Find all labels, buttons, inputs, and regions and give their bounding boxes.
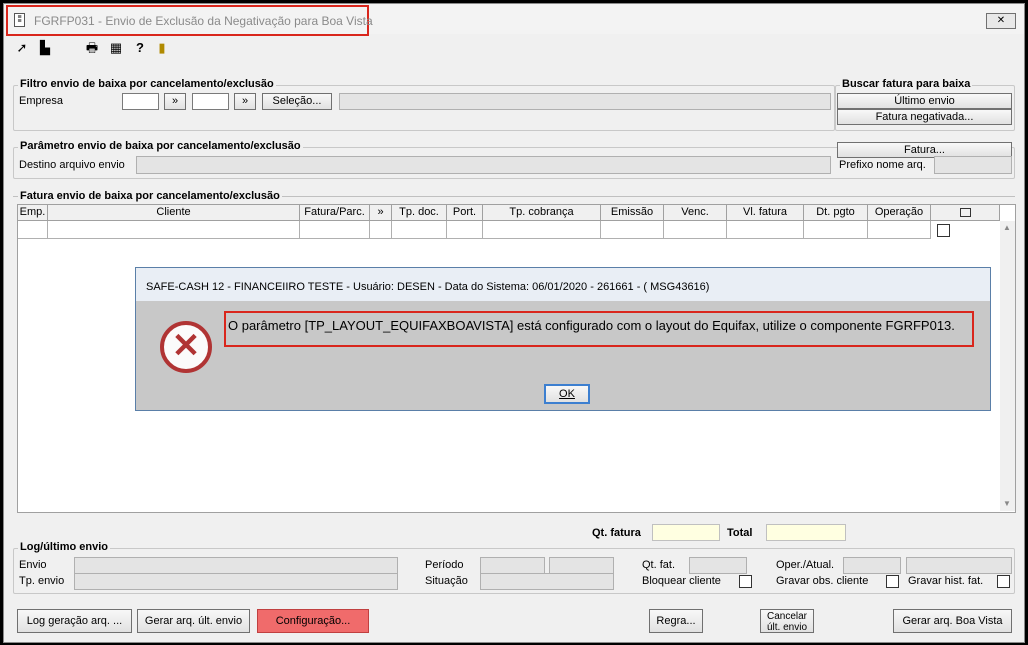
grid-scrollbar[interactable]: ▲ ▼ (1000, 221, 1015, 511)
ok-label: OK (559, 388, 575, 400)
parametro-title: Parâmetro envio de baixa por cancelament… (18, 140, 303, 152)
tp-envio-label: Tp. envio (19, 575, 65, 587)
grid-col-operacao[interactable]: Operação (868, 205, 931, 221)
grid-col-emissao[interactable]: Emissão (601, 205, 664, 221)
grid-col-cliente[interactable]: Cliente (48, 205, 300, 221)
ok-button[interactable]: OK (544, 384, 590, 404)
filtro-title: Filtro envio de baixa por cancelamento/e… (18, 78, 276, 90)
grid-col-dt-pgto[interactable]: Dt. pgto (804, 205, 868, 221)
total-input (766, 524, 846, 541)
grid-cell[interactable] (601, 221, 664, 239)
envio-label: Envio (19, 559, 47, 571)
grid-cell[interactable] (392, 221, 447, 239)
log-geracao-button[interactable]: Log geração arq. ... (17, 609, 132, 633)
grid-col-emp[interactable]: Emp. (18, 205, 48, 221)
selecao-display (339, 93, 831, 110)
cancelar-line1: Cancelar (766, 611, 808, 622)
grid-cell[interactable] (370, 221, 392, 239)
grid-col-vl-fatura[interactable]: Vl. fatura (727, 205, 804, 221)
grid-cell[interactable] (18, 221, 48, 239)
qt-fatura-input (652, 524, 720, 541)
qt-fat-label: Qt. fat. (642, 559, 676, 571)
periodo-label: Período (425, 559, 464, 571)
gerar-boa-vista-button[interactable]: Gerar arq. Boa Vista (893, 609, 1012, 633)
grid-col-port[interactable]: Port. (447, 205, 483, 221)
close-icon: ✕ (996, 15, 1006, 26)
close-button[interactable]: ✕ (986, 13, 1016, 29)
print-icon[interactable]: 🖶 (84, 40, 100, 56)
gravar-obs-checkbox[interactable] (886, 575, 899, 588)
grid-cell[interactable] (804, 221, 868, 239)
cancelar-line2: últ. envio (766, 622, 808, 633)
scroll-up-icon[interactable]: ▲ (1003, 223, 1011, 232)
grid-cell[interactable] (48, 221, 300, 239)
tp-envio-input (74, 573, 398, 590)
grid-cell[interactable] (664, 221, 727, 239)
selecao-button[interactable]: Seleção... (262, 93, 332, 110)
periodo-to-input (549, 557, 614, 574)
envio-input (74, 557, 398, 574)
fatura-negativada-button[interactable]: Fatura negativada... (837, 109, 1012, 125)
pin-icon[interactable]: ➚ (14, 40, 30, 56)
document-icon: ≡ ≡ (14, 13, 25, 27)
gravar-obs-label: Gravar obs. cliente (776, 575, 869, 587)
configuracao-button[interactable]: Configuração... (257, 609, 369, 633)
situacao-input (480, 573, 614, 590)
prefixo-input (934, 156, 1012, 174)
grid-col-arrow[interactable]: » (370, 205, 392, 221)
bloquear-label: Bloquear cliente (642, 575, 721, 587)
empresa-to-input[interactable] (192, 93, 229, 110)
grid-title: Fatura envio de baixa por cancelamento/e… (18, 190, 282, 202)
exit-door-icon[interactable]: ▮ (154, 40, 170, 56)
error-dialog: SAFE-CASH 12 - FINANCEIIRO TESTE - Usuár… (135, 267, 991, 411)
grid-col-tp-doc[interactable]: Tp. doc. (392, 205, 447, 221)
dialog-title-bar: SAFE-CASH 12 - FINANCEIIRO TESTE - Usuár… (136, 268, 990, 301)
grid-col-fatura-parc[interactable]: Fatura/Parc. (300, 205, 370, 221)
buscar-title: Buscar fatura para baixa (840, 78, 973, 90)
grid-cell[interactable] (868, 221, 931, 239)
grid-cell[interactable] (300, 221, 370, 239)
atual-input (906, 557, 1012, 574)
destino-input (136, 156, 831, 174)
grid-icon[interactable]: ▦ (108, 40, 124, 56)
gravar-hist-label: Gravar hist. fat. (908, 575, 984, 587)
oper-atual-label: Oper./Atual. (776, 559, 835, 571)
grid-col-tp-cobranca[interactable]: Tp. cobrança (483, 205, 601, 221)
error-icon: ✕ (160, 321, 212, 373)
empresa-from-input[interactable] (122, 93, 159, 110)
gerar-ult-envio-button[interactable]: Gerar arq. últ. envio (137, 609, 250, 633)
grid-select-all[interactable] (931, 205, 1000, 221)
total-label: Total (727, 527, 753, 539)
qt-fatura-label: Qt. fatura (592, 527, 641, 539)
dialog-title: SAFE-CASH 12 - FINANCEIIRO TESTE - Usuár… (146, 281, 710, 293)
window-title: FGRFP031 - Envio de Exclusão da Negativa… (34, 14, 373, 28)
destino-label: Destino arquivo envio (19, 159, 125, 171)
oper-input (843, 557, 901, 574)
empresa-lookup-button-2[interactable]: » (234, 93, 256, 110)
cancelar-ult-envio-button[interactable]: Cancelar últ. envio (760, 609, 814, 633)
grid-row-checkbox[interactable] (937, 224, 950, 237)
prefixo-label: Prefixo nome arq. (839, 159, 926, 171)
qt-fat-input (689, 557, 747, 574)
grid-cell[interactable] (727, 221, 804, 239)
ultimo-envio-button[interactable]: Último envio (837, 93, 1012, 109)
empresa-label: Empresa (19, 95, 64, 107)
regra-button[interactable]: Regra... (649, 609, 703, 633)
grid-cell[interactable] (447, 221, 483, 239)
situacao-label: Situação (425, 575, 468, 587)
log-title: Log/último envio (18, 541, 110, 553)
periodo-from-input (480, 557, 545, 574)
help-icon[interactable]: ? (132, 40, 148, 56)
windows-icon[interactable]: ▙ (37, 40, 53, 56)
dialog-message: O parâmetro [TP_LAYOUT_EQUIFAXBOAVISTA] … (228, 318, 955, 333)
grid-col-venc[interactable]: Venc. (664, 205, 727, 221)
empresa-lookup-button-1[interactable]: » (164, 93, 186, 110)
grid-cell[interactable] (483, 221, 601, 239)
scroll-down-icon[interactable]: ▼ (1003, 499, 1011, 508)
bloquear-checkbox[interactable] (739, 575, 752, 588)
gravar-hist-checkbox[interactable] (997, 575, 1010, 588)
